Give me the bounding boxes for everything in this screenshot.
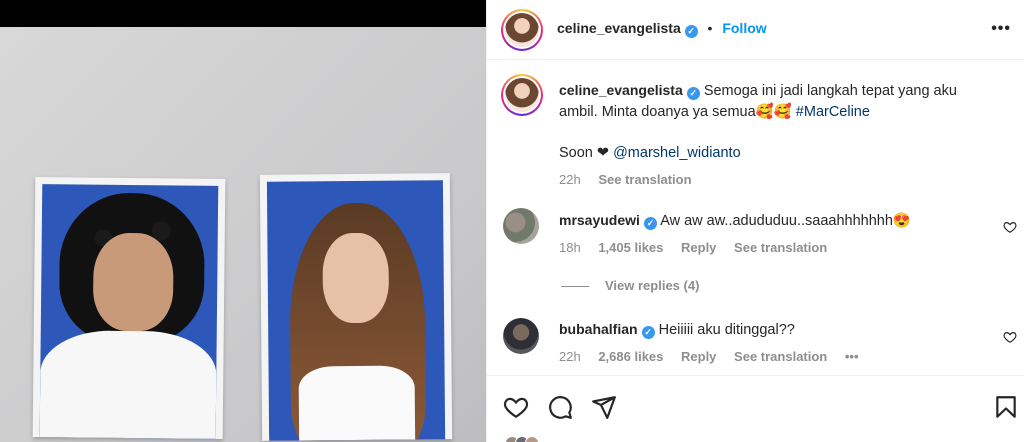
comment-username[interactable]: bubahalfian	[559, 321, 638, 337]
comment: mrsayudewi ✓ Aw aw aw..adududuu..saaahhh…	[559, 210, 989, 255]
post-header: celine_evangelista ✓ • Follow •••	[487, 0, 1024, 60]
heart-icon[interactable]	[503, 394, 529, 420]
see-translation-button[interactable]: See translation	[598, 172, 691, 187]
post-image[interactable]	[0, 0, 486, 442]
comment-text: Aw aw aw..adududuu..saaahhhhhhh😍	[660, 213, 911, 229]
caption-soon-text: Soon ❤	[559, 145, 614, 161]
hashtag-link[interactable]: #MarCeline	[796, 104, 870, 120]
liked-by-avatars[interactable]	[505, 436, 565, 442]
id-photo-man	[32, 177, 226, 439]
caption-username[interactable]: celine_evangelista	[559, 82, 683, 98]
more-icon[interactable]: •••	[991, 20, 1011, 38]
comment-icon[interactable]	[547, 394, 573, 420]
verified-icon: ✓	[686, 87, 700, 100]
comment-time[interactable]: 18h	[559, 240, 581, 255]
bookmark-icon[interactable]	[993, 394, 1019, 420]
caption-avatar[interactable]	[501, 74, 543, 116]
share-icon[interactable]	[591, 394, 617, 420]
separator-dot: •	[707, 20, 713, 36]
view-replies-label: View replies (4)	[605, 278, 700, 293]
comment-text: Heiiiii aku ditinggal??	[658, 322, 795, 338]
comment-likes[interactable]: 2,686 likes	[598, 349, 663, 364]
commenter-avatar[interactable]	[503, 208, 539, 244]
see-translation-button[interactable]: See translation	[734, 240, 827, 255]
replies-divider	[561, 286, 589, 288]
author-username[interactable]: celine_evangelista	[557, 20, 681, 36]
caption: celine_evangelista ✓ Semoga ini jadi lan…	[559, 80, 999, 187]
follow-button[interactable]: Follow	[722, 20, 766, 36]
comment-likes[interactable]: 1,405 likes	[598, 240, 663, 255]
comment-more-icon[interactable]: •••	[845, 349, 859, 364]
commenter-avatar[interactable]	[503, 318, 539, 354]
verified-icon: ✓	[684, 25, 698, 38]
verified-icon: ✓	[641, 326, 655, 339]
like-comment-icon[interactable]	[1003, 330, 1017, 344]
comment: bubahalfian ✓ Heiiiii aku ditinggal?? 22…	[559, 319, 989, 364]
reply-button[interactable]: Reply	[681, 240, 716, 255]
mention-link[interactable]: @marshel_widianto	[613, 145, 741, 161]
action-bar	[487, 375, 1024, 442]
view-replies-button[interactable]: View replies (4)	[561, 278, 699, 293]
caption-time[interactable]: 22h	[559, 172, 581, 187]
post-side-panel: celine_evangelista ✓ • Follow ••• celine…	[486, 0, 1024, 442]
comment-username[interactable]: mrsayudewi	[559, 212, 640, 228]
id-photo-woman	[259, 173, 453, 441]
comment-time[interactable]: 22h	[559, 349, 581, 364]
reply-button[interactable]: Reply	[681, 349, 716, 364]
verified-icon: ✓	[643, 217, 657, 230]
comments-list: celine_evangelista ✓ Semoga ini jadi lan…	[487, 60, 1024, 375]
author-avatar[interactable]	[501, 9, 543, 51]
like-comment-icon[interactable]	[1003, 220, 1017, 234]
see-translation-button[interactable]: See translation	[734, 349, 827, 364]
